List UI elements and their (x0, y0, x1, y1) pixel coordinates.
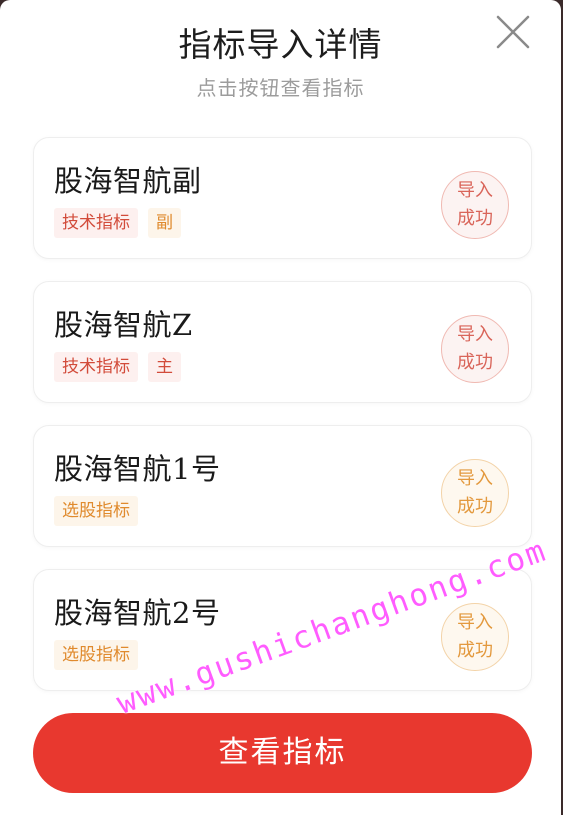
stamp-text: 成功 (457, 496, 493, 517)
indicator-tag: 副 (148, 208, 181, 238)
indicator-tag: 主 (148, 352, 181, 382)
indicator-name: 股海智航2号 (54, 596, 221, 630)
stamp-text: 成功 (457, 352, 493, 373)
stamp-text: 导入 (457, 468, 493, 489)
indicator-tags: 选股指标 (54, 640, 138, 670)
indicator-card[interactable]: 股海智航1号选股指标 导入成功 (33, 425, 532, 547)
dialog-title: 指标导入详情 (178, 25, 383, 64)
import-success-stamp: 导入 成功 (441, 171, 509, 239)
indicator-tag: 技术指标 (54, 208, 138, 238)
import-success-stamp: 导入 成功 (441, 603, 509, 671)
indicator-name: 股海智航Z (54, 308, 193, 342)
stamp-text: 成功 (457, 640, 493, 661)
dialog-subtitle: 点击按钮查看指标 (196, 76, 365, 100)
indicator-tags: 选股指标 (54, 496, 138, 526)
view-indicators-button[interactable]: 查看指标 (33, 713, 532, 793)
stamp-text: 导入 (457, 324, 493, 345)
import-success-stamp: 导入 成功 (441, 315, 509, 383)
stamp-text: 导入 (457, 180, 493, 201)
import-details-dialog: 指标导入详情 点击按钮查看指标 股海智航副 技术指标副导入 成功 股海智航Z 技术指标主… (0, 0, 561, 815)
indicator-card[interactable]: 股海智航Z 技术指标主 导入成功 (33, 281, 532, 403)
close-icon[interactable] (495, 14, 531, 50)
indicator-tags: 技术指标副 (54, 208, 181, 238)
indicator-name: 股海智航1号 (54, 452, 221, 486)
import-success-stamp: 导入 成功 (441, 459, 509, 527)
indicator-tags: 技术指标主 (54, 352, 181, 382)
stamp-text: 成功 (457, 208, 493, 229)
indicator-name: 股海智航副 (54, 164, 202, 198)
indicator-tag: 技术指标 (54, 352, 138, 382)
stamp-text: 导入 (457, 612, 493, 633)
indicator-tag: 选股指标 (54, 496, 138, 526)
indicator-tag: 选股指标 (54, 640, 138, 670)
indicator-card[interactable]: 股海智航副技术指标副 导入成功 (33, 137, 532, 259)
indicator-card[interactable]: 股海智航2号选股指标 导入成功 (33, 569, 532, 691)
